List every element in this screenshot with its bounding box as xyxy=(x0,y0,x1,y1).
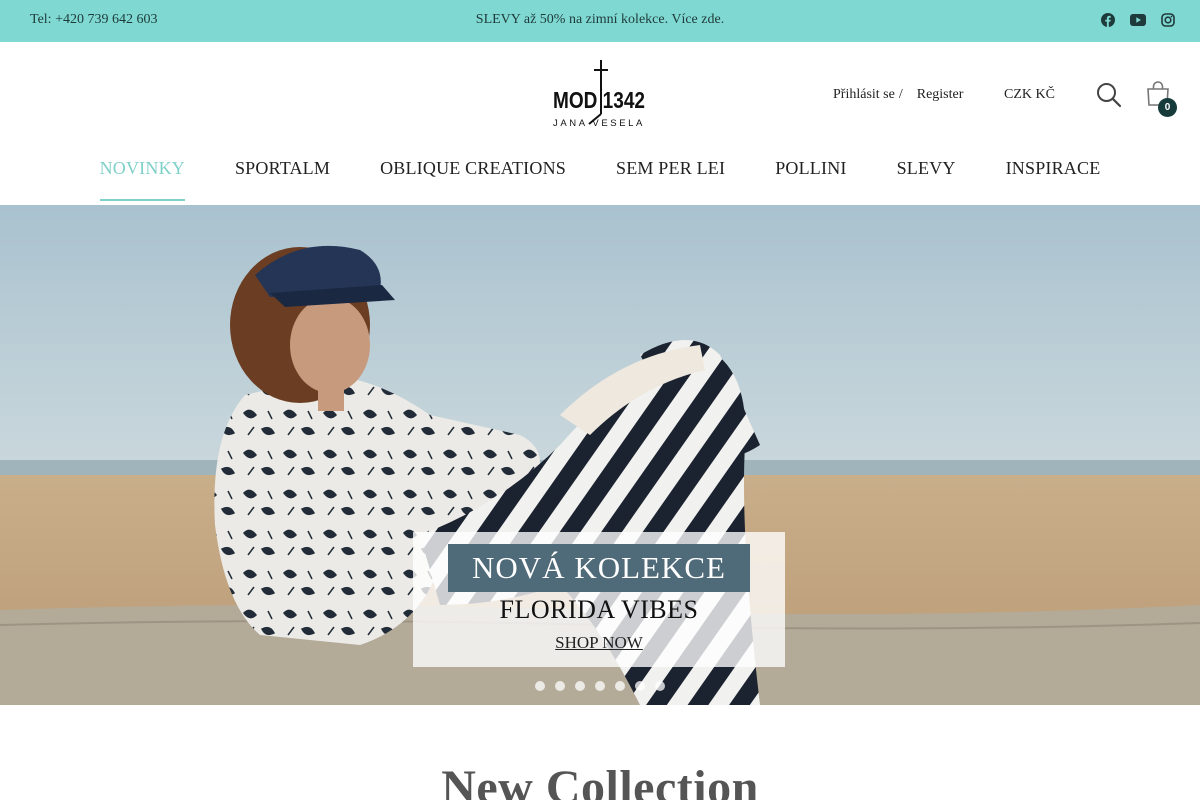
slider-dot[interactable] xyxy=(635,681,645,691)
hero-headline: NOVÁ KOLEKCE xyxy=(448,544,750,592)
slider-dot[interactable] xyxy=(595,681,605,691)
cart-button[interactable]: 0 xyxy=(1144,80,1178,117)
slider-pagination xyxy=(535,681,665,691)
account-separator: / xyxy=(898,87,903,102)
main-navigation: NOVINKY SPORTALM OBLIQUE CREATIONS SEM P… xyxy=(0,156,1200,204)
instagram-icon[interactable] xyxy=(1160,12,1176,28)
cart-count-badge: 0 xyxy=(1158,98,1177,117)
slider-dot[interactable] xyxy=(555,681,565,691)
slider-dot[interactable] xyxy=(575,681,585,691)
nav-item-pollini[interactable]: POLLINI xyxy=(750,156,871,202)
site-header: MOD 1342 JANA VESELA Přihlásit se / Regi… xyxy=(0,42,1200,204)
login-link[interactable]: Přihlásit se xyxy=(833,87,895,103)
hero-subheadline: FLORIDA VIBES xyxy=(499,595,699,624)
facebook-icon[interactable] xyxy=(1100,12,1116,28)
nav-item-slevy[interactable]: SLEVY xyxy=(872,156,981,202)
section-title: New Collection xyxy=(441,761,759,800)
announcement-bar: Tel: +420 739 642 603 SLEVY až 50% na zi… xyxy=(0,0,1200,42)
register-link[interactable]: Register xyxy=(917,87,964,103)
logo-wordmark: MOD 1342 xyxy=(553,87,645,113)
shop-now-link[interactable]: SHOP NOW xyxy=(413,633,785,653)
search-icon[interactable] xyxy=(1096,82,1122,108)
account-links: Přihlásit se / Register xyxy=(833,87,963,103)
youtube-icon[interactable] xyxy=(1130,12,1146,28)
nav-item-oblique-creations[interactable]: OBLIQUE CREATIONS xyxy=(355,156,591,202)
slider-dot[interactable] xyxy=(535,681,545,691)
nav-item-sportalm[interactable]: SPORTALM xyxy=(210,156,355,202)
nav-item-inspirace[interactable]: INSPIRACE xyxy=(981,156,1126,202)
hero-promo-card: NOVÁ KOLEKCE FLORIDA VIBES SHOP NOW xyxy=(413,532,785,667)
promo-link[interactable]: SLEVY až 50% na zimní kolekce. Více zde. xyxy=(0,12,1200,28)
brand-logo[interactable]: MOD 1342 JANA VESELA xyxy=(551,56,647,130)
slider-dot[interactable] xyxy=(615,681,625,691)
hero-slider[interactable]: NOVÁ KOLEKCE FLORIDA VIBES SHOP NOW xyxy=(0,205,1200,705)
slider-dot[interactable] xyxy=(655,681,665,691)
social-links xyxy=(1100,12,1176,28)
nav-item-sem-per-lei[interactable]: SEM PER LEI xyxy=(591,156,750,202)
logo-subtext: JANA VESELA xyxy=(553,118,645,129)
nav-item-novinky[interactable]: NOVINKY xyxy=(75,156,210,202)
currency-selector[interactable]: CZK KČ xyxy=(1004,87,1055,103)
